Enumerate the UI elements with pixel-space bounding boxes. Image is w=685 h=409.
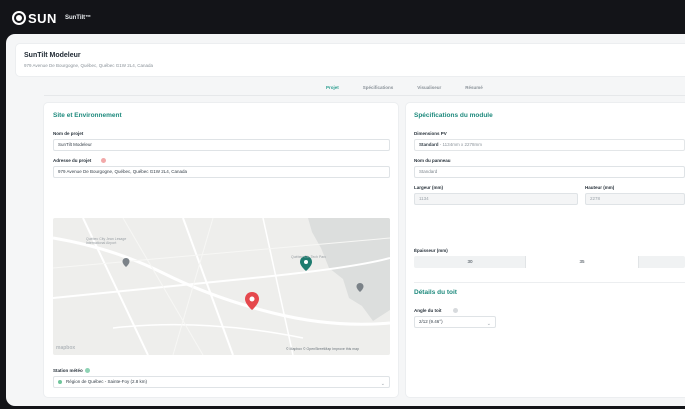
thickness-option-30[interactable]: 30 <box>414 256 526 268</box>
height-label: Hauteur (mm) <box>585 185 615 190</box>
top-bar: SUN SunTilt™ <box>0 0 685 36</box>
project-address: 979 Avenue De Bourgogne, Québec, Québec … <box>24 63 154 68</box>
module-section-title: Spécifications du module <box>414 112 493 119</box>
map-place-label: Québec City Jean Lesage International Ai… <box>86 237 127 245</box>
roof-angle-label: Angle du toit <box>414 308 442 313</box>
project-name-label: Nom de projet <box>53 131 84 136</box>
page-title: SunTilt Modeleur <box>24 52 81 59</box>
project-header: SunTilt Modeleur 979 Avenue De Bourgogne… <box>16 44 685 76</box>
station-value: Région de Québec - Sainte-Foy (2.8 km) <box>66 379 148 384</box>
dimensions-size: - 1134mm x 2278mm <box>438 142 482 147</box>
roof-angle-select[interactable]: 2/12 (9.46°) ⌄ <box>414 316 496 328</box>
thickness-toggle: 30 35 <box>414 256 685 268</box>
map-poi-grey-icon[interactable] <box>122 258 130 267</box>
section-divider <box>414 282 685 283</box>
map-attribution[interactable]: © Mapbox © OpenStreetMap Improve this ma… <box>286 347 359 351</box>
dimensions-preset: Standard <box>419 142 439 147</box>
chevron-down-icon: ⌄ <box>486 321 491 327</box>
roof-angle-value: 2/12 (9.46°) <box>419 319 443 324</box>
chevron-down-icon: ⌄ <box>380 381 385 387</box>
dimensions-select[interactable]: Standard - 1134mm x 2278mm <box>414 139 685 151</box>
width-label: Largeur (mm) <box>414 185 444 190</box>
module-card: Spécifications du module Dimensions PV S… <box>406 103 685 397</box>
info-icon[interactable] <box>85 368 90 373</box>
thickness-label: Épaisseur (mm) <box>414 248 448 253</box>
station-status-icon <box>58 379 62 384</box>
tabs-divider <box>44 95 685 96</box>
dimensions-label: Dimensions PV <box>414 131 447 136</box>
thickness-option-35[interactable]: 35 <box>526 256 638 268</box>
site-card: Site et Environnement Nom de projet SunT… <box>44 103 398 397</box>
required-icon <box>101 158 106 163</box>
map-place-label: Québec Ctr. Tech Parc <box>291 255 327 259</box>
app-window: SunTilt Modeleur 979 Avenue De Bourgogne… <box>6 34 685 406</box>
station-select[interactable]: Région de Québec - Sainte-Foy (2.8 km) ⌄ <box>53 376 390 388</box>
mapbox-logo[interactable]: mapbox <box>56 345 75 351</box>
road <box>112 323 304 339</box>
roof-section-title: Détails du toit <box>414 289 457 296</box>
info-icon[interactable] <box>453 308 458 313</box>
project-address-label: Adresse du projet <box>53 158 92 163</box>
width-input[interactable]: 1134 <box>414 193 578 205</box>
app-logo[interactable]: SUN SunTilt™ <box>12 10 91 26</box>
sun-logo-icon <box>12 11 26 25</box>
road <box>262 218 294 355</box>
station-label: Station météo <box>53 368 83 373</box>
height-input[interactable]: 2278 <box>585 193 685 205</box>
location-map[interactable]: Québec City Jean Lesage International Ai… <box>53 218 390 355</box>
panel-name-input[interactable]: Standard <box>414 166 685 178</box>
app-title: SunTilt™ <box>64 15 92 21</box>
panel-name-label: Nom du panneau <box>414 158 451 163</box>
site-section-title: Site et Environnement <box>53 112 122 119</box>
logo-text: SUN <box>28 10 57 26</box>
project-name-input[interactable]: SunTilt Modeleur <box>53 139 390 151</box>
project-address-input[interactable]: 979 Avenue De Bourgogne, Québec, Québec … <box>53 166 390 178</box>
